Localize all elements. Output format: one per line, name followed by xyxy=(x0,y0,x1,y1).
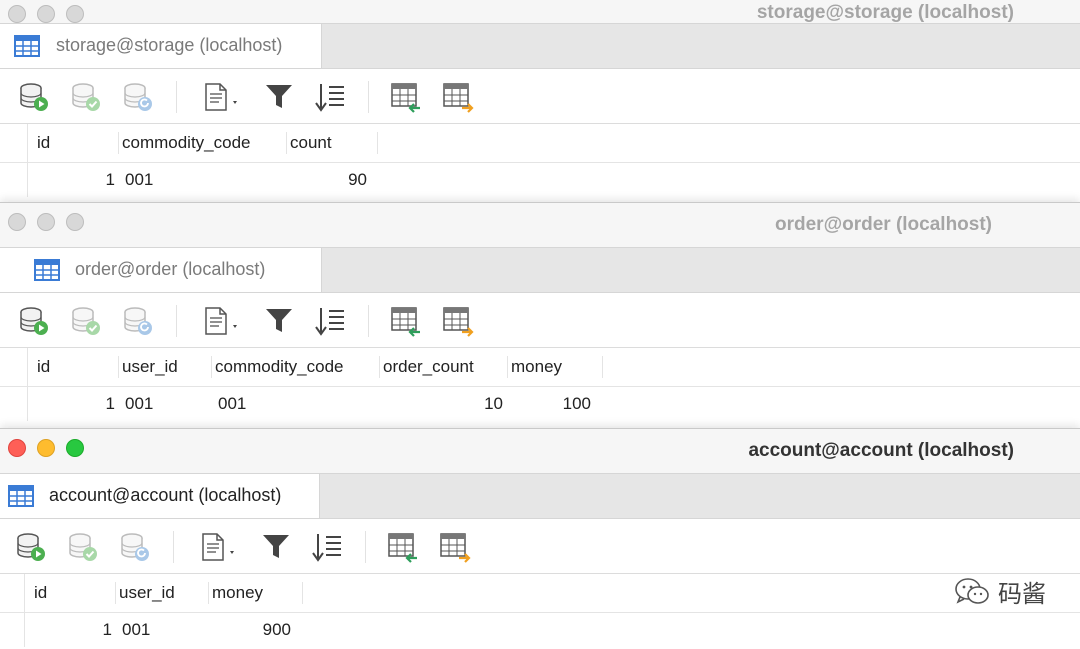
import-table-icon[interactable] xyxy=(390,305,422,337)
table-icon xyxy=(34,259,60,281)
filter-icon[interactable] xyxy=(263,305,295,337)
column-header-count[interactable]: count xyxy=(290,133,332,153)
zoom-button[interactable] xyxy=(66,439,84,457)
column-header-user-id[interactable]: user_id xyxy=(122,357,178,377)
cell-count[interactable]: 90 xyxy=(300,170,367,190)
title-bar: storage@storage (localhost) xyxy=(0,0,1080,23)
column-header-order-count[interactable]: order_count xyxy=(383,357,474,377)
sort-icon[interactable] xyxy=(314,81,346,113)
export-document-icon[interactable] xyxy=(199,531,239,563)
data-grid: id commodity_code count 1 001 90 xyxy=(0,124,1080,197)
data-grid: id user_id commodity_code order_count mo… xyxy=(0,348,1080,421)
database-refresh-icon[interactable] xyxy=(122,81,154,113)
toolbar xyxy=(0,519,1080,574)
toolbar xyxy=(0,293,1080,348)
title-bar: order@order (localhost) xyxy=(0,203,1080,247)
database-commit-icon[interactable] xyxy=(67,531,99,563)
export-document-icon[interactable] xyxy=(202,81,242,113)
database-run-icon[interactable] xyxy=(18,81,50,113)
cell-id[interactable]: 1 xyxy=(57,620,112,640)
column-header-money[interactable]: money xyxy=(212,583,263,603)
tab-account[interactable]: account@account (localhost) xyxy=(0,474,320,518)
toolbar xyxy=(0,69,1080,124)
window-title: account@account (localhost) xyxy=(748,440,1014,461)
cell-money[interactable]: 900 xyxy=(220,620,291,640)
tab-label: account@account (localhost) xyxy=(49,485,282,505)
tab-label: storage@storage (localhost) xyxy=(56,35,283,55)
watermark-text: 码酱 xyxy=(998,581,1046,608)
database-commit-icon[interactable] xyxy=(70,81,102,113)
header-row: id user_id money xyxy=(0,574,1080,613)
table-row[interactable]: 1 001 001 10 100 xyxy=(0,387,1080,421)
column-header-user-id[interactable]: user_id xyxy=(119,583,175,603)
minimize-button[interactable] xyxy=(37,5,55,23)
tab-storage[interactable]: storage@storage (localhost) xyxy=(0,24,322,68)
export-table-icon[interactable] xyxy=(442,305,474,337)
wechat-icon xyxy=(955,577,989,604)
cell-id[interactable]: 1 xyxy=(60,170,115,190)
cell-commodity-code[interactable]: 001 xyxy=(125,170,153,190)
order-window: order@order (localhost) order@order (loc… xyxy=(0,202,1080,439)
database-commit-icon[interactable] xyxy=(70,305,102,337)
import-table-icon[interactable] xyxy=(390,81,422,113)
table-icon xyxy=(14,35,40,57)
database-refresh-icon[interactable] xyxy=(122,305,154,337)
cell-id[interactable]: 1 xyxy=(60,394,115,414)
table-row[interactable]: 1 001 90 xyxy=(0,163,1080,197)
cell-user-id[interactable]: 001 xyxy=(122,620,150,640)
export-table-icon[interactable] xyxy=(439,531,471,563)
cell-user-id[interactable]: 001 xyxy=(125,394,153,414)
header-row: id user_id commodity_code order_count mo… xyxy=(0,348,1080,387)
zoom-button[interactable] xyxy=(66,213,84,231)
column-header-id[interactable]: id xyxy=(34,583,47,603)
storage-window: storage@storage (localhost) storage@stor… xyxy=(0,0,1080,217)
export-document-icon[interactable] xyxy=(202,305,242,337)
filter-icon[interactable] xyxy=(263,81,295,113)
column-header-id[interactable]: id xyxy=(37,357,50,377)
column-header-money[interactable]: money xyxy=(511,357,562,377)
account-window: account@account (localhost) account@acco… xyxy=(0,428,1080,649)
minimize-button[interactable] xyxy=(37,439,55,457)
watermark: 码酱 xyxy=(954,574,1046,609)
title-bar: account@account (localhost) xyxy=(0,429,1080,473)
zoom-button[interactable] xyxy=(66,5,84,23)
close-button[interactable] xyxy=(8,213,26,231)
cell-order-count[interactable]: 10 xyxy=(440,394,503,414)
column-header-commodity-code[interactable]: commodity_code xyxy=(122,133,251,153)
sort-icon[interactable] xyxy=(314,305,346,337)
import-table-icon[interactable] xyxy=(387,531,419,563)
table-row[interactable]: 1 001 900 xyxy=(0,613,1080,647)
tab-order[interactable]: order@order (localhost) xyxy=(0,248,322,292)
database-run-icon[interactable] xyxy=(18,305,50,337)
export-table-icon[interactable] xyxy=(442,81,474,113)
tab-bar: storage@storage (localhost) xyxy=(0,23,1080,69)
data-grid: id user_id money 1 001 900 xyxy=(0,574,1080,647)
minimize-button[interactable] xyxy=(37,213,55,231)
filter-icon[interactable] xyxy=(260,531,292,563)
close-button[interactable] xyxy=(8,5,26,23)
database-refresh-icon[interactable] xyxy=(119,531,151,563)
window-title: order@order (localhost) xyxy=(775,214,992,235)
close-button[interactable] xyxy=(8,439,26,457)
tab-label: order@order (localhost) xyxy=(75,259,266,279)
window-title: storage@storage (localhost) xyxy=(756,2,1014,23)
column-header-id[interactable]: id xyxy=(37,133,50,153)
column-header-commodity-code[interactable]: commodity_code xyxy=(215,357,344,377)
header-row: id commodity_code count xyxy=(0,124,1080,163)
table-icon xyxy=(8,485,34,507)
database-run-icon[interactable] xyxy=(15,531,47,563)
tab-bar: account@account (localhost) xyxy=(0,473,1080,519)
cell-money[interactable]: 100 xyxy=(520,394,591,414)
sort-icon[interactable] xyxy=(311,531,343,563)
tab-bar: order@order (localhost) xyxy=(0,247,1080,293)
cell-commodity-code[interactable]: 001 xyxy=(218,394,246,414)
